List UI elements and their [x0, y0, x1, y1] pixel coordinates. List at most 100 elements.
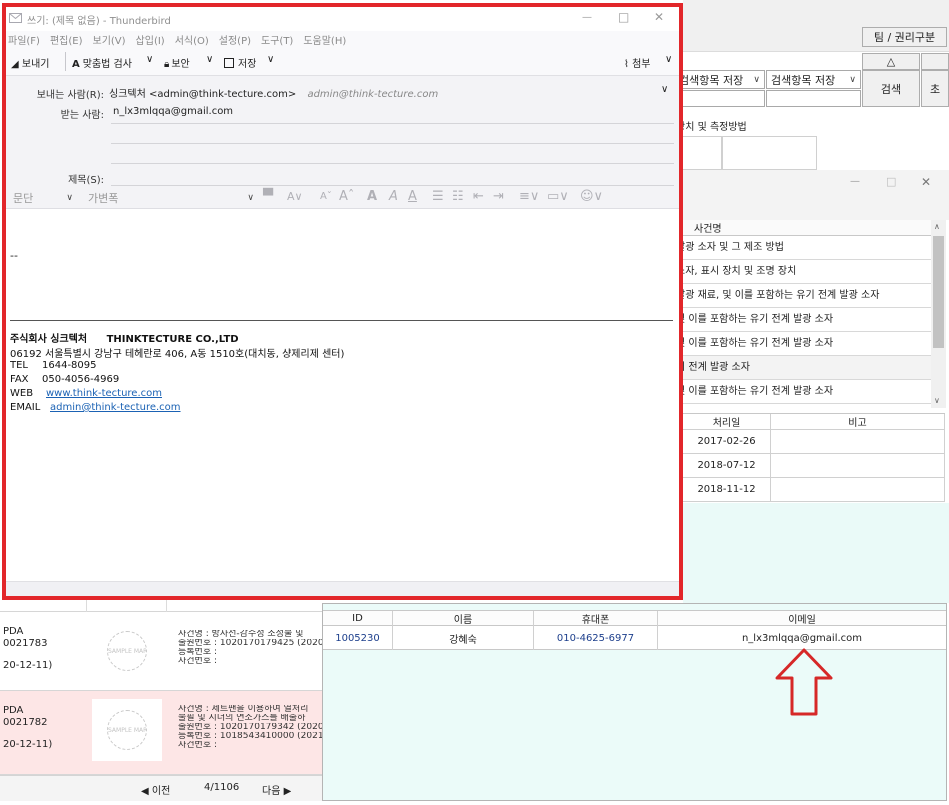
attach-button[interactable]: ⌇ 첨부	[624, 55, 650, 70]
reset-button[interactable]: 초	[921, 70, 949, 107]
numbered-list-icon[interactable]: ☷	[452, 189, 464, 204]
chevron-down-icon: ∨	[247, 193, 254, 203]
table-row[interactable]: 2018-11-12	[683, 478, 945, 502]
note-cell	[771, 454, 945, 478]
search-field-2-label: 검색항목 저장	[771, 73, 836, 87]
paragraph-format-select[interactable]: 문단 ∨	[9, 190, 77, 206]
insert-icon[interactable]: ▭∨	[547, 189, 569, 204]
maximize-button[interactable]: □	[618, 10, 629, 24]
chevron-down-icon: ∨	[849, 74, 856, 85]
list-item[interactable]: PDA0021782 20-12-11) SAMPLE MARK 사건명 : 제트팬을…	[0, 691, 322, 775]
indent-icon[interactable]: ⇥	[493, 189, 504, 204]
list-item[interactable]: PDA0021783 20-12-11) SAMPLE MARK 사건명 : 방사선-…	[0, 612, 322, 691]
underline-icon[interactable]: A	[408, 189, 417, 204]
extra-button-top[interactable]	[921, 53, 949, 70]
subwindow-maximize-button[interactable]: □	[886, 175, 896, 188]
card-details: 사건명 : 제트팬을 이용하여 열처리 불필 및 시너의 연소가스를 배출하 출원번…	[178, 705, 322, 750]
email-label: EMAIL	[10, 402, 41, 413]
subject-label: 제목(S):	[68, 175, 104, 186]
next-page-button[interactable]: 다음 ▶	[262, 782, 291, 797]
font-size-icon[interactable]: A∨	[287, 190, 303, 203]
search-field-save-2[interactable]: 검색항목 저장 ∨	[766, 70, 861, 89]
spell-check-dropdown[interactable]: ∨	[146, 54, 153, 65]
case-row[interactable]: 소자, 표시 장치 및 조명 장치	[674, 260, 931, 284]
sample-mark-text: SAMPLE MARK	[108, 726, 146, 734]
case-row[interactable]: 및 이를 포함하는 유기 전계 발광 소자	[674, 380, 931, 404]
case-row[interactable]: 발광 소자 및 그 제조 방법	[674, 236, 931, 260]
font-select[interactable]: 가변폭 ∨	[84, 190, 258, 206]
contact-id: 1005230	[323, 626, 393, 650]
menu-item[interactable]: 파일(F)	[8, 32, 40, 47]
subject-divider	[111, 185, 674, 186]
prev-page-button[interactable]: ◀ 이전	[141, 782, 170, 797]
security-label: 보안	[171, 59, 190, 70]
save-button[interactable]: 저장	[224, 55, 256, 70]
signature-company-line: 주식회사 싱크텍처 THINKTECTURE CO.,LTD	[10, 330, 670, 345]
spell-check-label: 맞춤법 검사	[82, 59, 132, 70]
to-field[interactable]: n_lx3mlqqa@gmail.com	[113, 106, 233, 117]
scroll-down-icon[interactable]: ∨	[934, 396, 940, 405]
send-button[interactable]: ◢ 보내기	[11, 55, 50, 70]
body-dash: --	[10, 249, 18, 262]
team-rights-button[interactable]: 팀 / 권리구분	[862, 27, 947, 47]
spell-check-button[interactable]: A 맞춤법 검사	[72, 55, 132, 70]
date-cell: 2018-07-12	[683, 454, 771, 478]
send-icon: ◢	[11, 59, 19, 70]
minimize-button[interactable]: —	[582, 12, 592, 23]
case-list-scrollbar[interactable]: ∧ ∨	[931, 220, 946, 408]
web-link[interactable]: www.think-tecture.com	[46, 388, 162, 399]
subject-input[interactable]	[109, 168, 674, 185]
text-color-icon[interactable]: ▀	[263, 189, 273, 204]
bold-icon[interactable]: A	[367, 189, 377, 204]
menu-item[interactable]: 설정(P)	[219, 32, 251, 47]
subwindow-minimize-button[interactable]: —	[850, 176, 860, 187]
italic-icon[interactable]: A	[389, 189, 398, 204]
security-button[interactable]: 🔒︎ 보안	[164, 55, 190, 70]
bullet-list-icon[interactable]: ☰	[432, 189, 444, 204]
align-icon[interactable]: ≡∨	[519, 189, 539, 204]
search-button[interactable]: 검색	[862, 70, 920, 107]
email-link[interactable]: admin@think-tecture.com	[50, 402, 181, 413]
from-dropdown[interactable]: ∨	[661, 84, 668, 95]
card-detail-line: 등록번호 :	[178, 648, 218, 657]
chevron-down-icon: ∨	[753, 74, 760, 85]
outdent-icon[interactable]: ⇤	[473, 189, 484, 204]
sort-up-button[interactable]: △	[862, 53, 920, 70]
close-button[interactable]: ✕	[654, 10, 664, 24]
contact-row[interactable]: 1005230 강혜숙 010-4625-6977 n_lx3mlqqa@gma…	[323, 626, 946, 650]
case-row[interactable]: 발광 재료, 및 이를 포함하는 유기 전계 발광 소자	[674, 284, 931, 308]
subwindow-close-button[interactable]: ✕	[921, 175, 931, 189]
case-row[interactable]: 기 전계 발광 소자	[674, 356, 931, 380]
search-input-1[interactable]	[674, 90, 765, 107]
date-cell: 2018-11-12	[683, 478, 771, 502]
card-list-top-gap	[0, 600, 322, 612]
search-field-save-1[interactable]: 검색항목 저장 ∨	[674, 70, 765, 89]
case-row[interactable]: 및 이를 포함하는 유기 전계 발광 소자	[674, 308, 931, 332]
tel-label: TEL	[10, 360, 28, 371]
menu-item[interactable]: 편집(E)	[50, 32, 83, 47]
from-label: 보내는 사람(R):	[36, 90, 104, 101]
card-list: PDA002178320-12-11)SAMPLE MARK사건명 : 방사선-…	[0, 600, 322, 775]
larger-text-icon[interactable]: Aˆ	[339, 189, 354, 204]
security-dropdown[interactable]: ∨	[206, 54, 213, 65]
menu-item[interactable]: 보기(V)	[93, 32, 126, 47]
scroll-thumb[interactable]	[933, 236, 944, 348]
menu-item[interactable]: 서식(O)	[175, 32, 209, 47]
note-cell	[771, 430, 945, 454]
attach-dropdown[interactable]: ∨	[665, 54, 672, 65]
case-row[interactable]: 및 이를 포함하는 유기 전계 발광 소자	[674, 332, 931, 356]
menu-item[interactable]: 도구(T)	[261, 32, 293, 47]
save-dropdown[interactable]: ∨	[267, 54, 274, 65]
from-field[interactable]: 싱크텍처 <admin@think-tecture.com> admin@thi…	[109, 85, 669, 100]
search-input-2[interactable]	[766, 90, 861, 107]
table-row[interactable]: 2017-02-26	[683, 430, 945, 454]
font-select-label: 가변폭	[88, 192, 119, 205]
menu-item[interactable]: 삽입(I)	[136, 32, 165, 47]
scroll-up-icon[interactable]: ∧	[934, 222, 940, 231]
emoji-icon[interactable]: ☺∨	[580, 189, 603, 204]
smaller-text-icon[interactable]: Aˇ	[320, 191, 332, 202]
message-body[interactable]: -- 주식회사 싱크텍처 THINKTECTURE CO.,LTD 06192 …	[6, 209, 679, 581]
table-row[interactable]: 2018-07-12	[683, 454, 945, 478]
case-header-label: 사건명	[694, 224, 722, 235]
menu-item[interactable]: 도움말(H)	[303, 32, 346, 47]
